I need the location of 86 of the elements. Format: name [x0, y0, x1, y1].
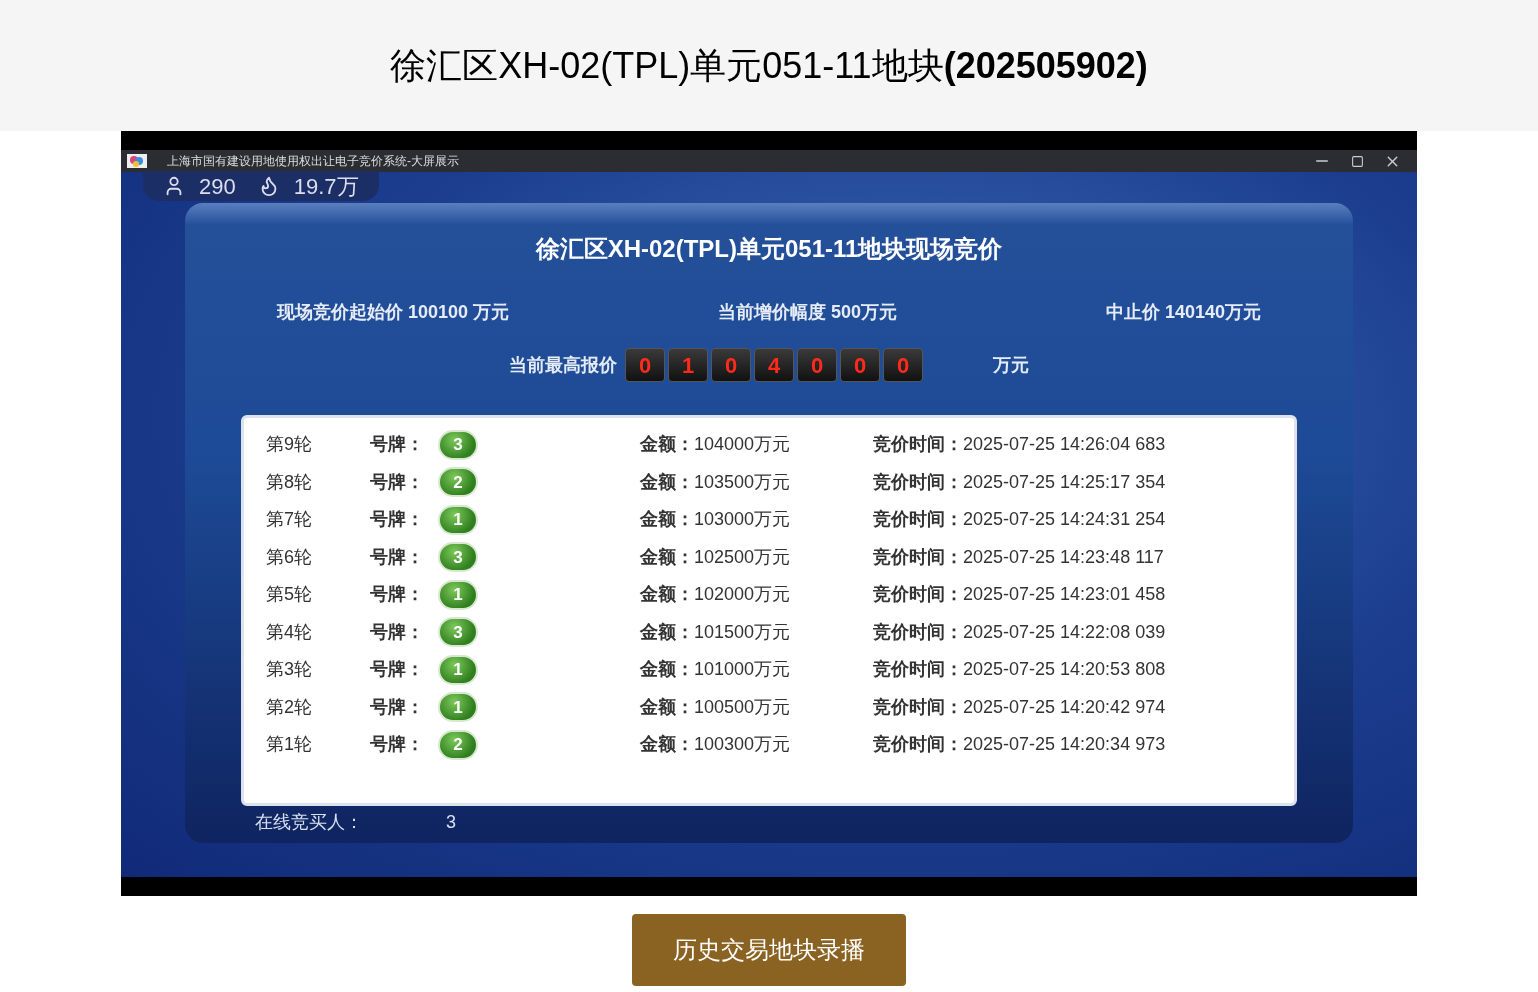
- bid-time: 2025-07-25 14:26:04 683: [963, 433, 1166, 457]
- bid-round: 第5轮: [266, 583, 313, 607]
- plate-number-badge: 1: [438, 654, 478, 685]
- window-title: 上海市国有建设用地使用权出让电子竞价系统-大屏展示: [167, 153, 459, 170]
- digit-display: 1: [668, 348, 708, 382]
- auction-info: 现场竞价起始价 100100 万元: [277, 301, 510, 324]
- amount-label: 金额：: [640, 658, 694, 682]
- auction-heading: 徐汇区XH-02(TPL)单元051-11地块现场竞价: [535, 234, 1003, 264]
- plate-number-badge: 2: [438, 729, 478, 760]
- bid-amount: 102000万元: [694, 583, 791, 607]
- plate-label: 号牌：: [370, 620, 425, 644]
- bid-amount: 101500万元: [694, 620, 791, 644]
- bid-round: 第8轮: [266, 470, 313, 494]
- plate-number-badge: 3: [438, 542, 478, 573]
- plate-number-badge: 1: [438, 579, 478, 610]
- time-label: 竞价时间：: [873, 433, 963, 457]
- plate-label: 号牌：: [370, 545, 425, 569]
- plate-label: 号牌：: [370, 695, 425, 719]
- time-label: 竞价时间：: [873, 695, 963, 719]
- time-label: 竞价时间：: [873, 620, 963, 644]
- digit-display: 0: [797, 348, 837, 382]
- bid-time: 2025-07-25 14:23:48 117: [963, 545, 1164, 569]
- plate-number-badge: 1: [438, 692, 478, 723]
- digit-display: 0: [840, 348, 880, 382]
- amount-label: 金额：: [640, 733, 694, 757]
- time-label: 竞价时间：: [873, 658, 963, 682]
- auction-info: 中止价 140140万元: [1105, 301, 1261, 324]
- plate-label: 号牌：: [370, 658, 425, 682]
- bid-time: 2025-07-25 14:22:08 039: [963, 620, 1166, 644]
- plate-label: 号牌：: [370, 508, 425, 532]
- time-label: 竞价时间：: [873, 545, 963, 569]
- plate-label: 号牌：: [370, 733, 425, 757]
- amount-label: 金额：: [640, 620, 694, 644]
- bid-amount: 100300万元: [694, 733, 791, 757]
- maximize-icon[interactable]: [1351, 154, 1364, 168]
- bid-round: 第1轮: [266, 733, 313, 757]
- amount-label: 金额：: [640, 508, 694, 532]
- plate-number-badge: 3: [438, 617, 478, 648]
- history-button[interactable]: 历史交易地块录播: [632, 914, 906, 986]
- app-logo-icon: [127, 154, 147, 168]
- amount-label: 金额：: [640, 545, 694, 569]
- time-label: 竞价时间：: [873, 583, 963, 607]
- time-label: 竞价时间：: [873, 508, 963, 532]
- bid-time: 2025-07-25 14:24:31 254: [963, 508, 1166, 532]
- plate-label: 号牌：: [370, 470, 425, 494]
- page-title: 徐汇区XH-02(TPL)单元051-11地块(202505902): [390, 43, 1148, 88]
- online-bidders-count: 3: [446, 811, 456, 834]
- amount-label: 金额：: [640, 583, 694, 607]
- plate-label: 号牌：: [370, 433, 425, 457]
- bid-round: 第7轮: [266, 508, 313, 532]
- bid-amount: 104000万元: [694, 433, 791, 457]
- bid-amount: 102500万元: [694, 545, 791, 569]
- video-player[interactable]: [121, 131, 1417, 896]
- digit-display: 0: [883, 348, 923, 382]
- bid-round: 第9轮: [266, 433, 313, 457]
- bid-round: 第2轮: [266, 695, 313, 719]
- digit-display: 0: [625, 348, 665, 382]
- bid-amount: 103000万元: [694, 508, 791, 532]
- popularity-count: 19.7万: [293, 172, 359, 201]
- plate-number-badge: 1: [438, 504, 478, 535]
- amount-label: 金额：: [640, 695, 694, 719]
- digit-display: 0: [711, 348, 751, 382]
- plate-number-badge: 2: [438, 467, 478, 498]
- highest-bid-unit: 万元: [993, 353, 1029, 377]
- bid-round: 第4轮: [266, 620, 313, 644]
- bid-amount: 101000万元: [694, 658, 791, 682]
- time-label: 竞价时间：: [873, 733, 963, 757]
- highest-bid-label: 当前最高报价: [509, 353, 617, 377]
- online-bidders-label: 在线竞买人：: [255, 811, 364, 834]
- bid-round: 第3轮: [266, 658, 313, 682]
- time-label: 竞价时间：: [873, 470, 963, 494]
- bid-time: 2025-07-25 14:20:42 974: [963, 695, 1166, 719]
- bid-time: 2025-07-25 14:25:17 354: [963, 470, 1166, 494]
- viewer-count: 290: [199, 172, 236, 201]
- bid-round: 第6轮: [266, 545, 313, 569]
- amount-label: 金额：: [640, 470, 694, 494]
- bid-time: 2025-07-25 14:23:01 458: [963, 583, 1166, 607]
- amount-label: 金额：: [640, 433, 694, 457]
- auction-info: 当前增价幅度 500万元: [717, 301, 897, 324]
- bid-amount: 103500万元: [694, 470, 791, 494]
- bid-amount: 100500万元: [694, 695, 791, 719]
- plate-number-badge: 3: [438, 429, 478, 460]
- bid-time: 2025-07-25 14:20:53 808: [963, 658, 1166, 682]
- bid-time: 2025-07-25 14:20:34 973: [963, 733, 1166, 757]
- plate-label: 号牌：: [370, 583, 425, 607]
- digit-display: 4: [754, 348, 794, 382]
